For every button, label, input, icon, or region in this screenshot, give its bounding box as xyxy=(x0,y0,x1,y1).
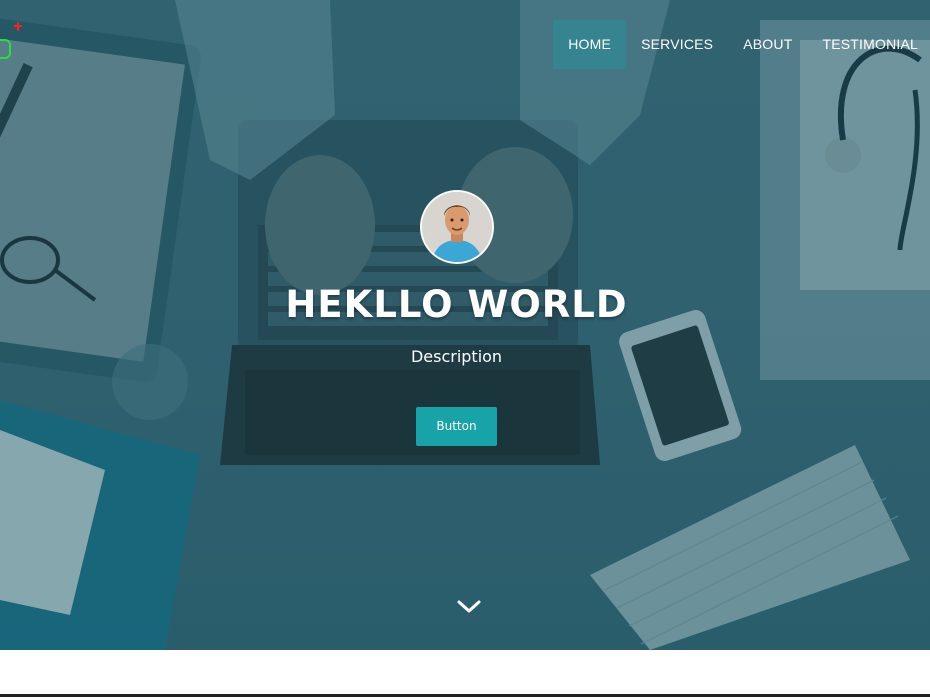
nav-item-testimonial[interactable]: TESTIMONIAL xyxy=(807,20,930,69)
hero-description: Description xyxy=(410,347,503,366)
avatar-photo xyxy=(422,192,492,262)
corner-widget[interactable] xyxy=(0,22,24,60)
plus-icon xyxy=(14,22,22,31)
hero-button[interactable]: Button xyxy=(416,407,497,446)
hero-title: HEKLLO WORLD xyxy=(285,283,628,326)
nav-item-home[interactable]: HOME xyxy=(553,20,627,69)
avatar xyxy=(420,190,494,264)
nav-item-services[interactable]: SERVICES xyxy=(626,20,728,69)
hero-section: HOME SERVICES ABOUT TESTIMONIAL HEKLLO W… xyxy=(0,0,930,650)
nav-item-about[interactable]: ABOUT xyxy=(728,20,807,69)
rounded-square-icon xyxy=(0,39,11,59)
main-nav: HOME SERVICES ABOUT TESTIMONIAL xyxy=(553,20,930,69)
chevron-down-icon[interactable] xyxy=(456,596,482,616)
